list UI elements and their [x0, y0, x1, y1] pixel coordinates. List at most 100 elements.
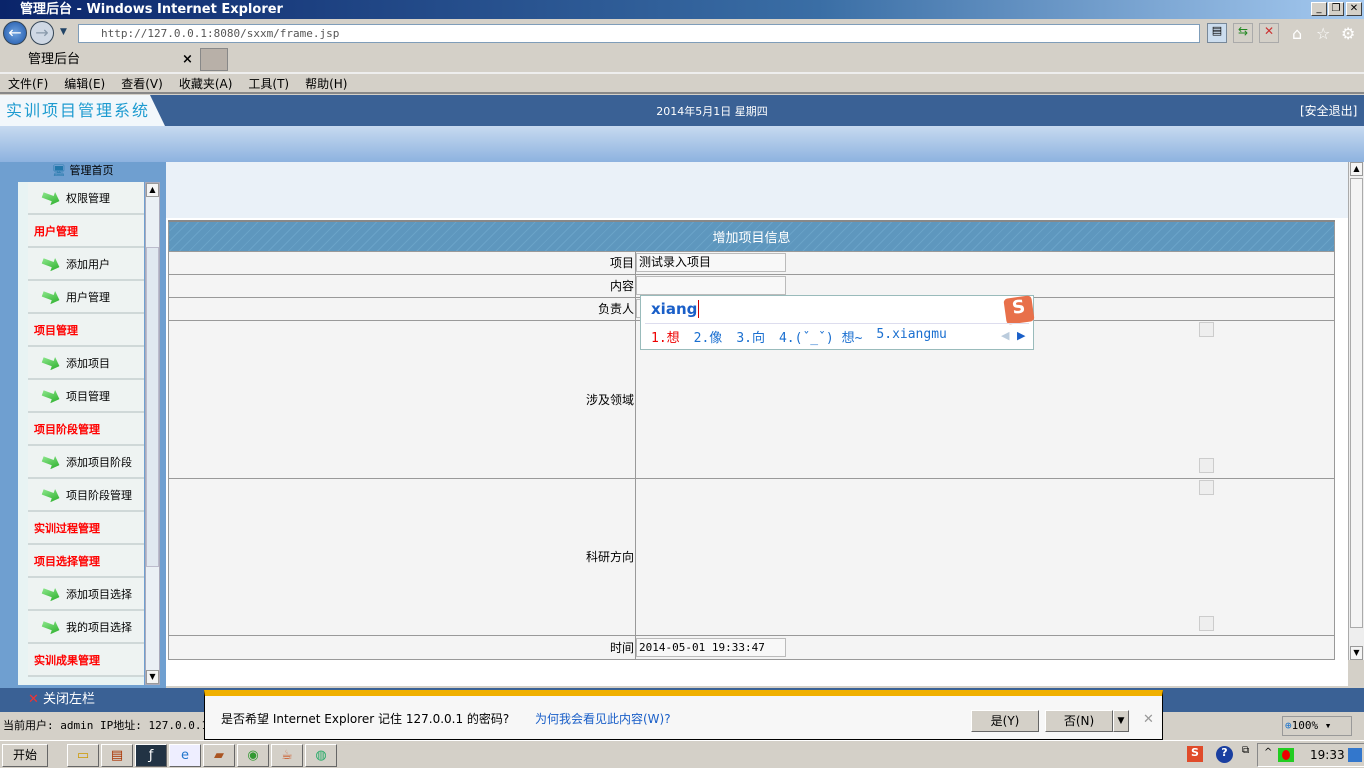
- favorites-star-icon[interactable]: ☆: [1316, 24, 1330, 43]
- sidebar-category[interactable]: 项目选择管理: [28, 545, 144, 578]
- start-button[interactable]: 开始: [2, 744, 48, 767]
- sidebar-category[interactable]: 用户管理: [28, 215, 144, 248]
- ime-candidate[interactable]: 2.像: [694, 327, 723, 346]
- no-dropdown-icon[interactable]: ▼: [1113, 710, 1129, 732]
- menu-view[interactable]: 查看(V): [121, 74, 163, 92]
- textarea-scroll-up[interactable]: [1199, 322, 1214, 337]
- ie-taskbar-icon[interactable]: e: [169, 744, 201, 767]
- sidebar-category[interactable]: 项目阶段管理: [28, 413, 144, 446]
- sidebar-item[interactable]: 添加项目阶段: [28, 446, 144, 479]
- show-desktop-button[interactable]: [1348, 748, 1362, 762]
- new-tab-button[interactable]: [200, 48, 228, 71]
- address-bar[interactable]: http://127.0.0.1:8080/sxxm/frame.jsp: [78, 24, 1200, 43]
- help-icon[interactable]: ?: [1216, 746, 1233, 763]
- ime-candidate[interactable]: 1.想: [651, 327, 680, 346]
- java-icon[interactable]: ☕: [271, 744, 303, 767]
- scroll-down-icon[interactable]: ▼: [1350, 646, 1363, 660]
- dreamweaver-icon[interactable]: ◉: [237, 744, 269, 767]
- menu-help[interactable]: 帮助(H): [305, 74, 347, 92]
- scroll-thumb[interactable]: [146, 247, 159, 567]
- sidebar-item[interactable]: 添加用户: [28, 248, 144, 281]
- time-label: 时间: [168, 634, 636, 660]
- tab-admin[interactable]: 管理后台 ×: [4, 48, 198, 72]
- scroll-up-icon[interactable]: ▲: [146, 183, 159, 197]
- sidebar-item[interactable]: 权限管理: [28, 182, 144, 215]
- sidebar-item[interactable]: 添加项目选择: [28, 578, 144, 611]
- ime-candidate[interactable]: 3.向: [736, 327, 765, 346]
- sogou-logo-icon: S: [1003, 295, 1035, 325]
- close-window-button[interactable]: ✕: [1346, 2, 1362, 16]
- close-left-panel-link[interactable]: 关闭左栏: [43, 692, 95, 707]
- arrow-icon: [40, 452, 62, 471]
- textarea-scroll-down[interactable]: [1199, 616, 1214, 631]
- arrow-icon: [40, 353, 62, 372]
- scroll-up-icon[interactable]: ▲: [1350, 162, 1363, 176]
- flash-icon[interactable]: ƒ: [135, 744, 167, 767]
- stop-icon[interactable]: ✕: [1259, 23, 1279, 43]
- logout-link[interactable]: [安全退出]: [1300, 102, 1357, 119]
- app-title: 实训项目管理系统: [0, 95, 165, 126]
- zoom-icon: ⊕: [1285, 719, 1292, 732]
- network-icon[interactable]: ◍: [305, 744, 337, 767]
- sidebar-item-label: 添加项目: [66, 356, 110, 370]
- window-title-bar: 管理后台 - Windows Internet Explorer: [0, 0, 1364, 19]
- minimize-button[interactable]: _: [1311, 2, 1327, 16]
- compat-view-icon[interactable]: ▤: [1207, 23, 1227, 43]
- sidebar-item[interactable]: 我的项目选择: [28, 611, 144, 644]
- restore-button[interactable]: ❐: [1328, 2, 1344, 16]
- scroll-thumb[interactable]: [1350, 178, 1363, 628]
- menu-file[interactable]: 文件(F): [8, 74, 48, 92]
- explorer-icon[interactable]: ▭: [67, 744, 99, 767]
- ime-prev-icon[interactable]: ◀: [1001, 329, 1009, 342]
- show-hidden-icons[interactable]: ^: [1264, 747, 1272, 758]
- settings-gear-icon[interactable]: ⚙: [1341, 24, 1355, 43]
- sidebar-item[interactable]: 项目阶段管理: [28, 479, 144, 512]
- refresh-icon[interactable]: ⇆: [1233, 23, 1253, 43]
- history-dropdown-icon[interactable]: ▼: [60, 27, 67, 37]
- sidebar-scrollbar[interactable]: ▲ ▼: [145, 182, 160, 685]
- textarea-scroll-up[interactable]: [1199, 480, 1214, 495]
- menu-favorites[interactable]: 收藏夹(A): [179, 74, 233, 92]
- ime-candidate[interactable]: 4.(ˇ_ˇ) 想~: [779, 327, 862, 346]
- clock: 19:33: [1310, 748, 1345, 762]
- language-bar-icon[interactable]: ⧉: [1242, 745, 1249, 756]
- record-tray-icon[interactable]: [1278, 748, 1294, 762]
- close-x-icon: ✕: [28, 692, 39, 707]
- book-icon[interactable]: ▰: [203, 744, 235, 767]
- sogou-tray-icon[interactable]: S: [1187, 746, 1203, 762]
- menu-edit[interactable]: 编辑(E): [64, 74, 105, 92]
- project-input[interactable]: 测试录入项目: [636, 253, 786, 272]
- home-icon[interactable]: ⌂: [1292, 24, 1302, 43]
- arrow-icon: [40, 188, 62, 207]
- textarea-scroll-down[interactable]: [1199, 458, 1214, 473]
- sidebar-category[interactable]: 实训过程管理: [28, 512, 144, 545]
- menu-tools[interactable]: 工具(T): [248, 74, 289, 92]
- main-scrollbar[interactable]: ▲ ▼: [1348, 162, 1364, 660]
- sidebar-item[interactable]: 项目管理: [28, 380, 144, 413]
- research-label: 科研方向: [168, 477, 636, 636]
- sidebar-item[interactable]: 用户管理: [28, 281, 144, 314]
- close-notification-icon[interactable]: ✕: [1143, 712, 1154, 727]
- research-textarea[interactable]: [638, 481, 1214, 633]
- notepad-icon[interactable]: ▤: [101, 744, 133, 767]
- why-link[interactable]: 为何我会看见此内容(W)?: [535, 710, 671, 727]
- sidebar-category[interactable]: 项目管理: [28, 314, 144, 347]
- sidebar-category[interactable]: 实训成果管理: [28, 644, 144, 677]
- home-link[interactable]: 🖥 管理首页: [52, 162, 113, 178]
- forward-button[interactable]: →: [30, 21, 54, 45]
- tab-close-icon[interactable]: ×: [182, 48, 193, 72]
- no-button[interactable]: 否(N): [1045, 710, 1113, 732]
- ime-next-icon[interactable]: ▶: [1017, 329, 1025, 342]
- ime-candidate[interactable]: 5.xiangmu: [876, 327, 946, 346]
- yes-button[interactable]: 是(Y): [971, 710, 1039, 732]
- zoom-control[interactable]: ⊕100% ▾: [1282, 716, 1352, 736]
- content-input[interactable]: [636, 276, 786, 295]
- sidebar-item-label: 用户管理: [34, 224, 78, 238]
- sidebar-item-label: 项目管理: [66, 389, 110, 403]
- scroll-down-icon[interactable]: ▼: [146, 670, 159, 684]
- sidebar-item[interactable]: 添加项目: [28, 347, 144, 380]
- time-input[interactable]: 2014-05-01 19:33:47: [636, 637, 786, 657]
- home-label: 管理首页: [69, 164, 114, 177]
- back-button[interactable]: ←: [3, 21, 27, 45]
- main-top-area: [166, 162, 1348, 218]
